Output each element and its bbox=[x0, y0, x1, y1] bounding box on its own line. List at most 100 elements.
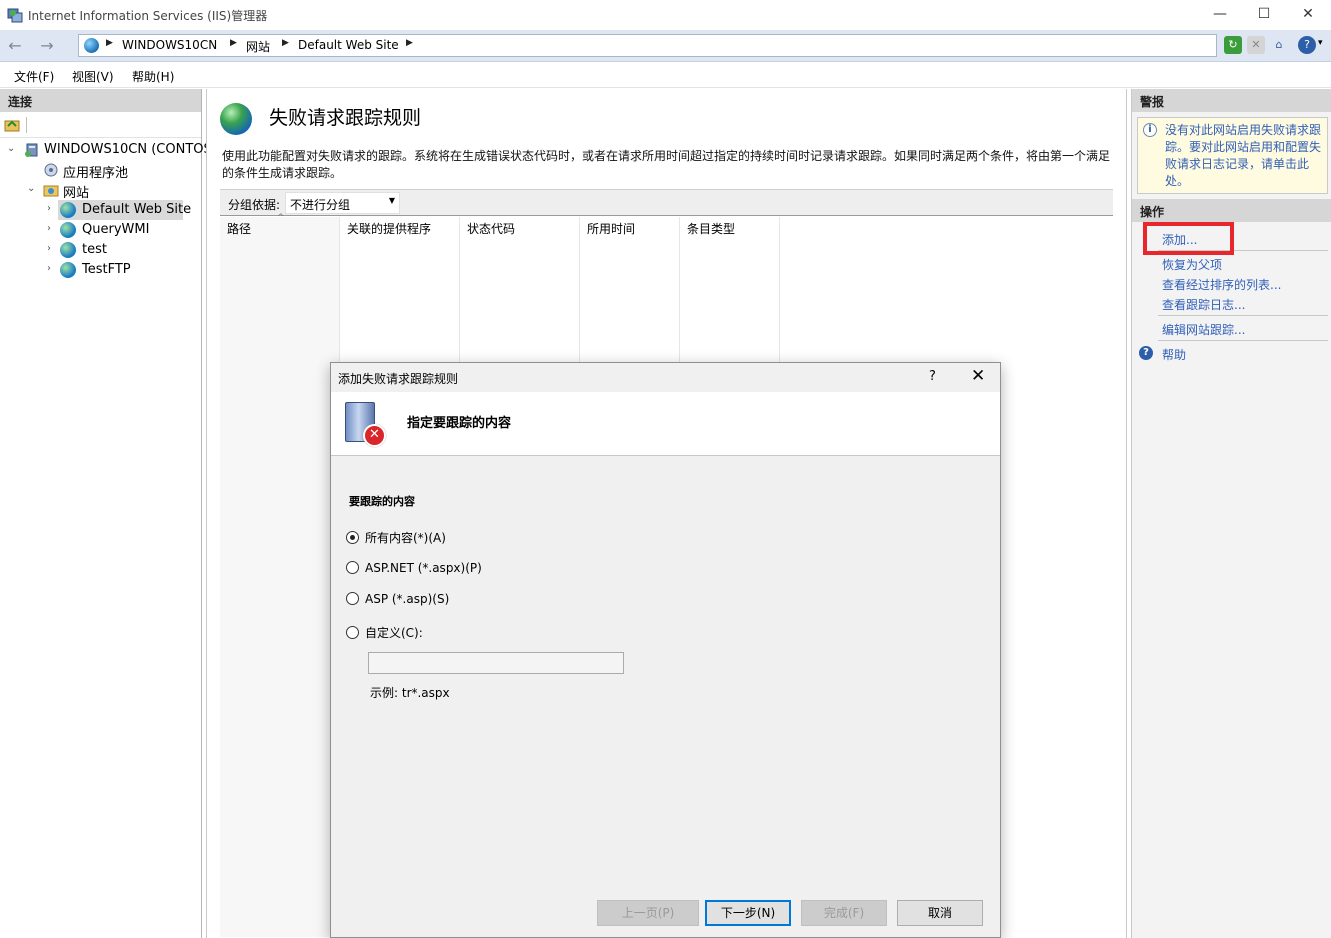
column-header-status[interactable]: 状态代码 bbox=[467, 220, 515, 237]
connections-pane: 连接 ⌄ WINDOWS10CN (CONTOSO 应用程序池 ⌄ 网站 › D… bbox=[0, 89, 222, 938]
radio-button[interactable] bbox=[346, 531, 359, 544]
menu-bar: 文件(F) 视图(V) 帮助(H) bbox=[0, 63, 1331, 88]
tree-node-test[interactable]: › test bbox=[0, 240, 201, 260]
option-asp[interactable]: ASP (*.asp)(S) bbox=[346, 592, 449, 606]
collapse-icon[interactable]: ⌄ bbox=[7, 143, 15, 154]
option-label: ASP (*.asp)(S) bbox=[365, 592, 450, 606]
group-by-bar: 分组依据: 不进行分组 ▼ bbox=[220, 189, 1113, 216]
actions-pane: 警报 i 没有对此网站启用失败请求跟踪。要对此网站启用和配置失败请求日志记录，请… bbox=[1131, 89, 1331, 938]
finish-button[interactable]: 完成(F) bbox=[801, 900, 887, 926]
website-globe-icon bbox=[60, 242, 76, 258]
help-icon[interactable]: ? bbox=[1298, 36, 1316, 54]
option-label: 所有内容(*)(A) bbox=[365, 531, 446, 545]
tree-label: 网站 bbox=[63, 186, 90, 201]
action-help[interactable]: 帮助 bbox=[1162, 346, 1186, 363]
stop-icon[interactable]: ✕ bbox=[1247, 36, 1265, 54]
connections-toolbar bbox=[0, 112, 201, 138]
website-globe-icon bbox=[60, 262, 76, 278]
column-header-entry-type[interactable]: 条目类型 bbox=[687, 220, 735, 237]
breadcrumb-site[interactable]: Default Web Site bbox=[298, 38, 399, 52]
address-bar: ← → ▶ WINDOWS10CN ▶ 网站 ▶ Default Web Sit… bbox=[0, 30, 1331, 62]
forward-button[interactable]: → bbox=[36, 35, 58, 57]
radio-button[interactable] bbox=[346, 592, 359, 605]
tree-node-default-web-site[interactable]: › Default Web Site bbox=[47, 200, 191, 220]
menu-view[interactable]: 视图(V) bbox=[72, 68, 114, 85]
dialog-close-button[interactable]: ✕ bbox=[971, 366, 985, 386]
expand-icon[interactable]: › bbox=[47, 203, 51, 214]
alert-link[interactable]: 没有对此网站启用失败请求跟踪。要对此网站启用和配置失败请求日志记录，请单击此处。 bbox=[1165, 122, 1323, 190]
dialog-header: ✕ 指定要跟踪的内容 bbox=[331, 392, 1000, 456]
maximize-button[interactable]: ☐ bbox=[1241, 0, 1287, 30]
collapse-icon[interactable]: ⌄ bbox=[27, 183, 35, 194]
divider bbox=[1158, 340, 1328, 341]
dialog-help-button[interactable]: ? bbox=[929, 369, 936, 384]
action-view-trace-logs[interactable]: 查看跟踪日志... bbox=[1162, 296, 1245, 313]
group-by-select[interactable]: 不进行分组 ▼ bbox=[285, 192, 400, 214]
highlight-box bbox=[1143, 222, 1234, 255]
action-view-ordered-list[interactable]: 查看经过排序的列表... bbox=[1162, 276, 1281, 293]
group-by-label: 分组依据: bbox=[228, 198, 281, 212]
error-icon: ✕ bbox=[363, 424, 386, 447]
back-button[interactable]: ← bbox=[4, 35, 26, 57]
connections-header: 连接 bbox=[0, 89, 201, 112]
option-label: 自定义(C): bbox=[365, 626, 423, 640]
alert-box[interactable]: i 没有对此网站启用失败请求跟踪。要对此网站启用和配置失败请求日志记录，请单击此… bbox=[1137, 117, 1328, 194]
column-header-provider[interactable]: 关联的提供程序 bbox=[347, 220, 431, 237]
breadcrumb-arrow-icon[interactable]: ▶ bbox=[406, 38, 413, 48]
column-header-time[interactable]: 所用时间 bbox=[587, 220, 635, 237]
action-edit-site-tracing[interactable]: 编辑网站跟踪... bbox=[1162, 321, 1245, 338]
home-icon[interactable]: ⌂ bbox=[1270, 36, 1288, 54]
radio-button[interactable] bbox=[346, 626, 359, 639]
option-all-content[interactable]: 所有内容(*)(A) bbox=[346, 529, 446, 546]
breadcrumb-arrow-icon[interactable]: ▶ bbox=[106, 38, 113, 48]
expand-icon[interactable]: › bbox=[47, 243, 51, 254]
sort-ascending-icon: ^ bbox=[277, 213, 285, 223]
actions-header: 操作 bbox=[1132, 199, 1331, 222]
divider bbox=[1158, 315, 1328, 316]
custom-pattern-input[interactable] bbox=[368, 652, 624, 674]
help-icon[interactable]: ? bbox=[1139, 346, 1153, 360]
globe-icon bbox=[84, 38, 99, 53]
breadcrumb-server[interactable]: WINDOWS10CN bbox=[122, 38, 217, 52]
website-globe-icon bbox=[60, 202, 76, 218]
option-custom[interactable]: 自定义(C): bbox=[346, 624, 423, 641]
app-pool-icon bbox=[44, 163, 58, 177]
tree-node-app-pools[interactable]: 应用程序池 bbox=[0, 160, 201, 181]
breadcrumb-sites[interactable]: 网站 bbox=[246, 38, 270, 55]
iis-app-icon bbox=[7, 8, 23, 23]
column-path bbox=[220, 217, 340, 937]
add-rule-dialog: 添加失败请求跟踪规则 ? ✕ ✕ 指定要跟踪的内容 要跟踪的内容 所有内容(*)… bbox=[330, 362, 1001, 938]
page-title: 失败请求跟踪规则 bbox=[269, 107, 422, 129]
column-header-path[interactable]: 路径 bbox=[227, 220, 251, 237]
radio-button[interactable] bbox=[346, 561, 359, 574]
feature-globe-icon bbox=[220, 103, 252, 135]
tree-label: Default Web Site bbox=[82, 202, 192, 217]
cancel-button[interactable]: 取消 bbox=[897, 900, 983, 926]
option-aspnet[interactable]: ASP.NET (*.aspx)(P) bbox=[346, 561, 482, 575]
expand-icon[interactable]: › bbox=[47, 223, 51, 234]
tree-node-querywmi[interactable]: › QueryWMI bbox=[0, 220, 201, 240]
new-connection-icon[interactable] bbox=[4, 117, 20, 133]
tree-node-server[interactable]: ⌄ WINDOWS10CN (CONTOSO bbox=[0, 140, 222, 160]
help-dropdown-caret-icon[interactable]: ▾ bbox=[1318, 38, 1323, 48]
close-window-button[interactable]: ✕ bbox=[1285, 0, 1331, 30]
previous-button[interactable]: 上一页(P) bbox=[597, 900, 699, 926]
tree-node-sites[interactable]: ⌄ 网站 bbox=[0, 180, 201, 201]
refresh-icon[interactable]: ↻ bbox=[1224, 36, 1242, 54]
tree-node-testftp[interactable]: › TestFTP bbox=[0, 260, 201, 280]
breadcrumb-arrow-icon[interactable]: ▶ bbox=[230, 38, 237, 48]
dialog-title: 添加失败请求跟踪规则 bbox=[338, 372, 459, 386]
expand-icon[interactable]: › bbox=[47, 263, 51, 274]
example-text: 示例: tr*.aspx bbox=[370, 686, 450, 700]
sites-folder-icon bbox=[43, 185, 59, 197]
tree-label: QueryWMI bbox=[82, 222, 150, 237]
minimize-button[interactable]: — bbox=[1197, 0, 1243, 30]
menu-help[interactable]: 帮助(H) bbox=[132, 68, 174, 85]
action-revert-to-parent[interactable]: 恢复为父项 bbox=[1162, 256, 1222, 273]
breadcrumb[interactable]: ▶ WINDOWS10CN ▶ 网站 ▶ Default Web Site ▶ bbox=[78, 34, 1217, 57]
menu-file[interactable]: 文件(F) bbox=[14, 68, 54, 85]
tree-label: test bbox=[82, 242, 107, 257]
dropdown-caret-icon: ▼ bbox=[388, 196, 395, 205]
breadcrumb-arrow-icon[interactable]: ▶ bbox=[282, 38, 289, 48]
next-button[interactable]: 下一步(N) bbox=[705, 900, 791, 926]
